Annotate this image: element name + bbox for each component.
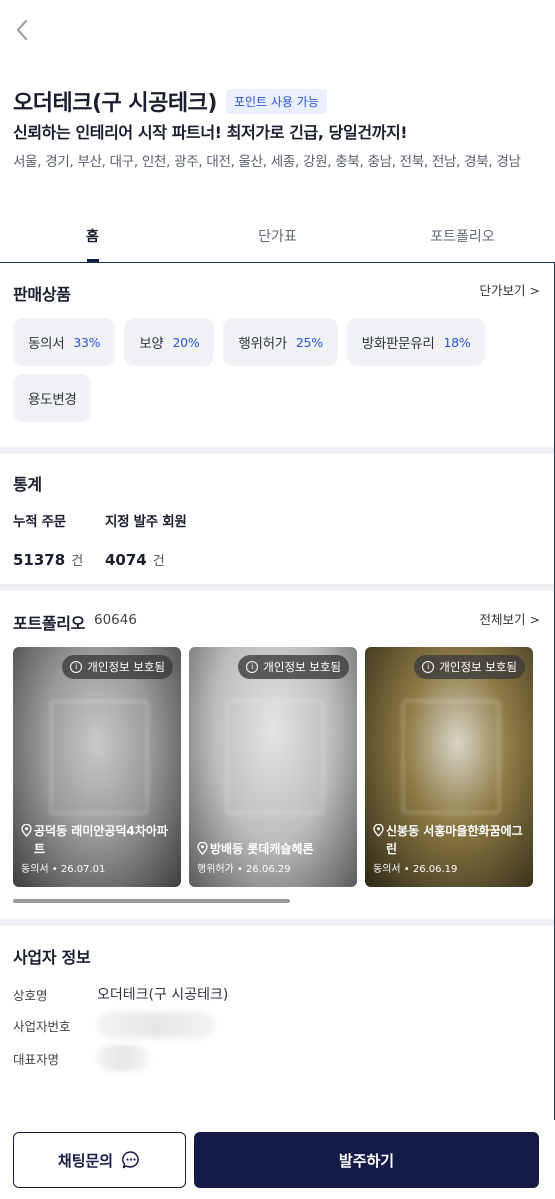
privacy-badge: i 개인정보 보호됨 (414, 655, 525, 679)
info-icon: i (70, 661, 83, 673)
product-pct: 33% (73, 334, 101, 350)
portfolio-location: 신봉동 서홍마을한화꿈에그린 (386, 824, 523, 856)
carousel-scroll-thumb[interactable] (13, 899, 290, 903)
order-button[interactable]: 발주하기 (194, 1132, 539, 1188)
tab-bar: 홈 단가표 포트폴리오 (0, 214, 555, 262)
stat-orders-value: 51378 (13, 551, 66, 569)
product-pct: 18% (443, 334, 471, 350)
privacy-badge: i 개인정보 보호됨 (62, 655, 173, 679)
portfolio-card-info: 방배동 롯데캐슬헤론 행위허가 • 26.06.29 (197, 840, 353, 875)
portfolio-card-info: 공덕동 래미안공덕4차아파트 동의서 • 26.07.01 (21, 822, 177, 875)
business-info-section: 사업자 정보 상호명 오더테크(구 시공테크) 사업자번호 대표자명 (0, 926, 554, 1120)
portfolio-card[interactable]: i 개인정보 보호됨 신봉동 서홍마을한화꿈에그린 동의서 • 26.06.19 (365, 647, 533, 887)
product-pct: 20% (172, 334, 200, 350)
portfolio-section: 포트폴리오 60646 전체보기 > i 개인정보 보호됨 공덕동 래미안공덕4차… (0, 591, 554, 919)
content-area: 판매상품 단가보기 > 동의서 33% 보양 20% 행위허가 25% 방화판문유리 1… (0, 262, 555, 1120)
stat-members-label: 지정 발주 회원 (105, 514, 187, 530)
business-reg-label: 사업자번호 (13, 1018, 71, 1034)
stat-orders-label: 누적 주문 (13, 514, 66, 530)
business-name-label: 상호명 (13, 987, 48, 1003)
portfolio-count: 60646 (94, 612, 137, 628)
portfolio-card[interactable]: i 개인정보 보호됨 방배동 롯데캐슬헤론 행위허가 • 26.06.29 (189, 647, 357, 887)
chat-inquiry-label: 채팅문의 (57, 1151, 114, 1170)
bottom-action-bar: 채팅문의 발주하기 (0, 1120, 555, 1199)
company-tagline: 신뢰하는 인테리어 시작 파트너! 최저가로 긴급, 당일건까지! (13, 123, 408, 142)
product-chip[interactable]: 동의서 33% (13, 318, 116, 366)
product-name: 방화판문유리 (361, 336, 435, 352)
product-chip[interactable]: 용도변경 (13, 374, 92, 422)
stat-members: 지정 발주 회원 4074 건 (105, 510, 187, 569)
carousel-scrollbar[interactable] (13, 899, 541, 903)
tab-portfolio[interactable]: 포트폴리오 (370, 214, 555, 262)
portfolio-meta: 동의서 • 26.07.01 (21, 864, 106, 875)
portfolio-card-info: 신봉동 서홍마을한화꿈에그린 동의서 • 26.06.19 (373, 822, 529, 875)
portfolio-card[interactable]: i 개인정보 보호됨 공덕동 래미안공덕4차아파트 동의서 • 26.07.01 (13, 647, 181, 887)
section-divider (0, 919, 554, 926)
chevron-left-icon (16, 19, 28, 41)
products-section: 판매상품 단가보기 > 동의서 33% 보양 20% 행위허가 25% 방화판문유리 1… (0, 263, 554, 447)
portfolio-meta: 행위허가 • 26.06.29 (197, 864, 291, 875)
info-icon: i (246, 661, 259, 673)
portfolio-location: 공덕동 래미안공덕4차아파트 (34, 824, 168, 856)
section-divider (0, 447, 554, 454)
location-pin-icon (21, 824, 32, 837)
business-reg-value-masked (97, 1012, 215, 1038)
product-name: 동의서 (28, 336, 65, 352)
company-title: 오더테크(구 시공테크) (13, 91, 217, 116)
view-all-link[interactable]: 전체보기 > (480, 609, 540, 628)
business-name-value: 오더테크(구 시공테크) (97, 987, 229, 1003)
location-pin-icon (373, 824, 384, 837)
stats-section: 통계 누적 주문 51378 건 지정 발주 회원 4074 건 (0, 454, 554, 584)
back-button[interactable] (10, 16, 34, 44)
chat-bubble-icon (122, 1151, 139, 1169)
products-title: 판매상품 (13, 285, 71, 304)
product-name: 용도변경 (28, 392, 77, 408)
product-chip[interactable]: 방화판문유리 18% (346, 318, 486, 366)
product-name: 행위허가 (238, 336, 287, 352)
privacy-badge: i 개인정보 보호됨 (238, 655, 349, 679)
product-name: 보양 (139, 336, 164, 352)
tab-home[interactable]: 홈 (0, 214, 185, 262)
product-pct: 25% (295, 334, 323, 350)
title-row: 오더테크(구 시공테크) 포인트 사용 가능 (13, 85, 327, 117)
stat-members-unit: 건 (152, 554, 165, 569)
privacy-label: 개인정보 보호됨 (439, 660, 517, 674)
location-pin-icon (197, 842, 208, 855)
privacy-label: 개인정보 보호됨 (87, 660, 165, 674)
stat-orders-unit: 건 (71, 554, 84, 569)
portfolio-meta: 동의서 • 26.06.19 (373, 864, 458, 875)
view-prices-link[interactable]: 단가보기 > (480, 280, 540, 299)
business-reg-row: 사업자번호 (13, 1012, 215, 1038)
business-ceo-value-masked (97, 1045, 149, 1071)
privacy-label: 개인정보 보호됨 (263, 660, 341, 674)
service-regions: 서울, 경기, 부산, 대구, 인천, 광주, 대전, 울산, 세종, 강원, … (13, 154, 521, 170)
business-name-row: 상호명 오더테크(구 시공테크) (13, 984, 228, 1004)
info-icon: i (422, 661, 435, 673)
point-badge: 포인트 사용 가능 (225, 88, 327, 114)
section-divider (0, 584, 554, 591)
business-ceo-row: 대표자명 (13, 1045, 149, 1071)
portfolio-title: 포트폴리오 (13, 614, 86, 633)
product-chip[interactable]: 행위허가 25% (223, 318, 338, 366)
product-chips: 동의서 33% 보양 20% 행위허가 25% 방화판문유리 18% 용도변경 (13, 318, 543, 422)
business-ceo-label: 대표자명 (13, 1051, 60, 1067)
product-chip[interactable]: 보양 20% (124, 318, 215, 366)
business-info-title: 사업자 정보 (13, 948, 91, 967)
stats-title: 통계 (13, 475, 42, 494)
tab-price-list[interactable]: 단가표 (185, 214, 370, 262)
portfolio-carousel[interactable]: i 개인정보 보호됨 공덕동 래미안공덕4차아파트 동의서 • 26.07.01 … (13, 647, 533, 887)
portfolio-location: 방배동 롯데캐슬헤론 (210, 842, 314, 856)
stat-orders: 누적 주문 51378 건 (13, 510, 83, 569)
chat-inquiry-button[interactable]: 채팅문의 (13, 1132, 186, 1188)
stat-members-value: 4074 (105, 551, 147, 569)
